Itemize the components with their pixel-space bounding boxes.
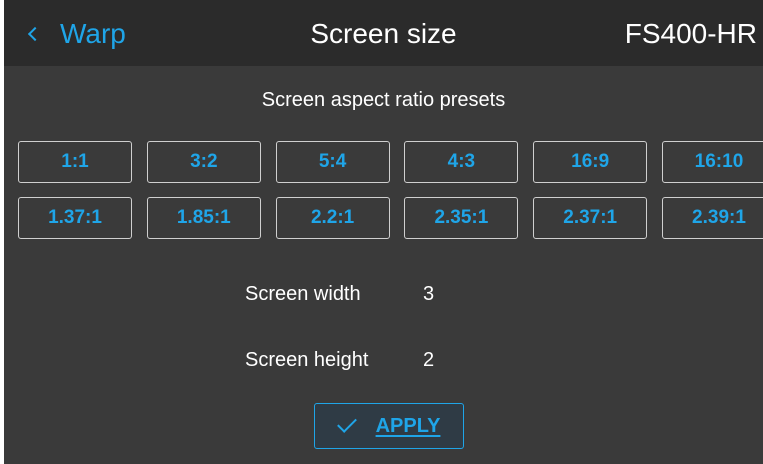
preset-button-16-9[interactable]: 16:9 <box>533 141 648 183</box>
screen-height-row[interactable]: Screen height 2 <box>245 349 434 372</box>
preset-button-2-2-1[interactable]: 2.2:1 <box>275 197 390 239</box>
screen-width-value[interactable]: 3 <box>423 283 434 306</box>
preset-button-3-2[interactable]: 3:2 <box>146 141 261 183</box>
device-name: FS400-HR <box>624 18 757 49</box>
preset-button-4-3[interactable]: 4:3 <box>404 141 519 183</box>
screen-size-panel: Warp Screen size FS400-HR Screen aspect … <box>4 0 763 464</box>
preset-button-5-4[interactable]: 5:4 <box>275 141 390 183</box>
preset-button-2-37-1[interactable]: 2.37:1 <box>533 197 648 239</box>
preset-button-16-10[interactable]: 16:10 <box>661 141 763 183</box>
preset-grid: 1:1 3:2 5:4 4:3 16:9 16:10 1.37:1 1.85:1… <box>18 141 763 239</box>
preset-button-1-1[interactable]: 1:1 <box>18 141 132 183</box>
apply-button[interactable]: APPLY <box>314 403 464 449</box>
preset-button-2-35-1[interactable]: 2.35:1 <box>404 197 519 239</box>
presets-heading: Screen aspect ratio presets <box>261 89 506 111</box>
screen-width-label: Screen width <box>245 283 361 305</box>
header-bar: Warp Screen size FS400-HR <box>4 0 763 66</box>
screen-width-row[interactable]: Screen width 3 <box>245 283 434 306</box>
screen-height-value[interactable]: 2 <box>423 349 434 372</box>
preset-button-1-37-1[interactable]: 1.37:1 <box>18 197 132 239</box>
screen-height-label: Screen height <box>245 349 369 371</box>
preset-button-1-85-1[interactable]: 1.85:1 <box>146 197 261 239</box>
apply-button-label: APPLY <box>375 414 441 437</box>
preset-button-2-39-1[interactable]: 2.39:1 <box>661 197 763 239</box>
check-icon <box>336 413 357 433</box>
